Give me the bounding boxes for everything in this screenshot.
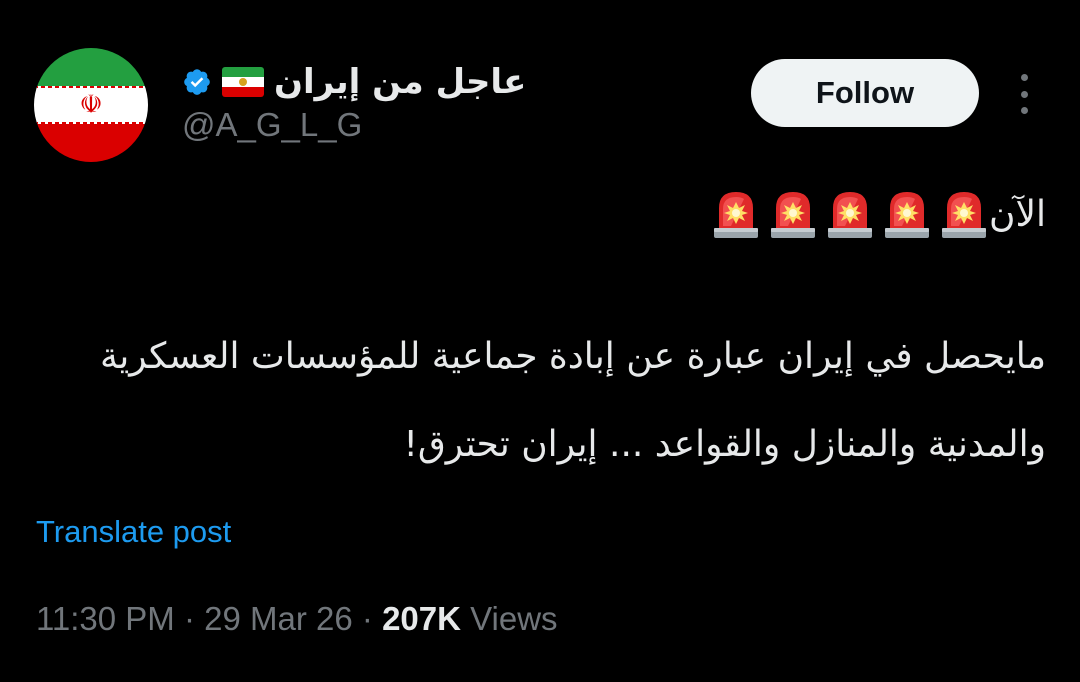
tweet-first-line: الآن	[704, 188, 1046, 240]
iran-emblem-icon: ☫	[79, 90, 103, 120]
tweet-time[interactable]: 11:30 PM	[36, 600, 175, 637]
rotating-light-icon	[942, 192, 987, 238]
iran-lion-sun-flag-icon	[222, 67, 264, 97]
translate-post-link[interactable]: Translate post	[36, 514, 231, 550]
siren-emoji-row	[704, 188, 989, 240]
avatar-flag-red	[34, 124, 148, 162]
tweet-date[interactable]: 29 Mar 26	[204, 600, 353, 637]
follow-button[interactable]: Follow	[751, 59, 979, 127]
tweet-text-line: والمدنية والمنازل والقواعد ... إيران تحت…	[403, 424, 1046, 465]
rotating-light-icon	[714, 192, 759, 238]
meta-separator: ·	[174, 600, 205, 637]
avatar-flag-green	[34, 48, 148, 86]
author-handle[interactable]: @A_G_L_G	[182, 106, 362, 144]
avatar-flag-white: ☫	[34, 86, 148, 124]
tweet-text-now: الآن	[989, 193, 1046, 235]
views-count: 207K	[382, 600, 461, 637]
avatar[interactable]: ☫	[34, 48, 148, 162]
meta-separator: ·	[352, 600, 383, 637]
verified-badge-icon	[184, 69, 210, 95]
tweet-meta: 11:30 PM · 29 Mar 26 · 207K Views	[36, 600, 558, 638]
rotating-light-icon	[771, 192, 816, 238]
views-label: Views	[460, 600, 558, 637]
more-vertical-icon[interactable]	[1010, 74, 1038, 114]
author-display-name[interactable]: عاجل من إيران	[274, 62, 526, 102]
tweet-text-line: مايحصل في إيران عبارة عن إبادة جماعية لل…	[99, 336, 1046, 377]
rotating-light-icon	[885, 192, 930, 238]
author-name-row[interactable]: عاجل من إيران	[182, 62, 526, 102]
rotating-light-icon	[828, 192, 873, 238]
